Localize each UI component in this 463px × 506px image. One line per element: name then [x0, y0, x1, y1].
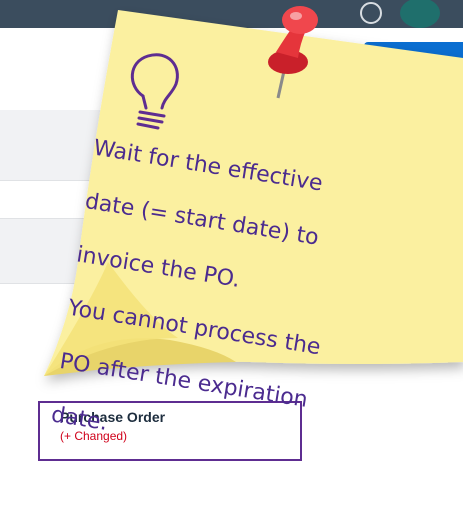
- sticky-note-text: Wait for the effective date (= start dat…: [45, 108, 426, 506]
